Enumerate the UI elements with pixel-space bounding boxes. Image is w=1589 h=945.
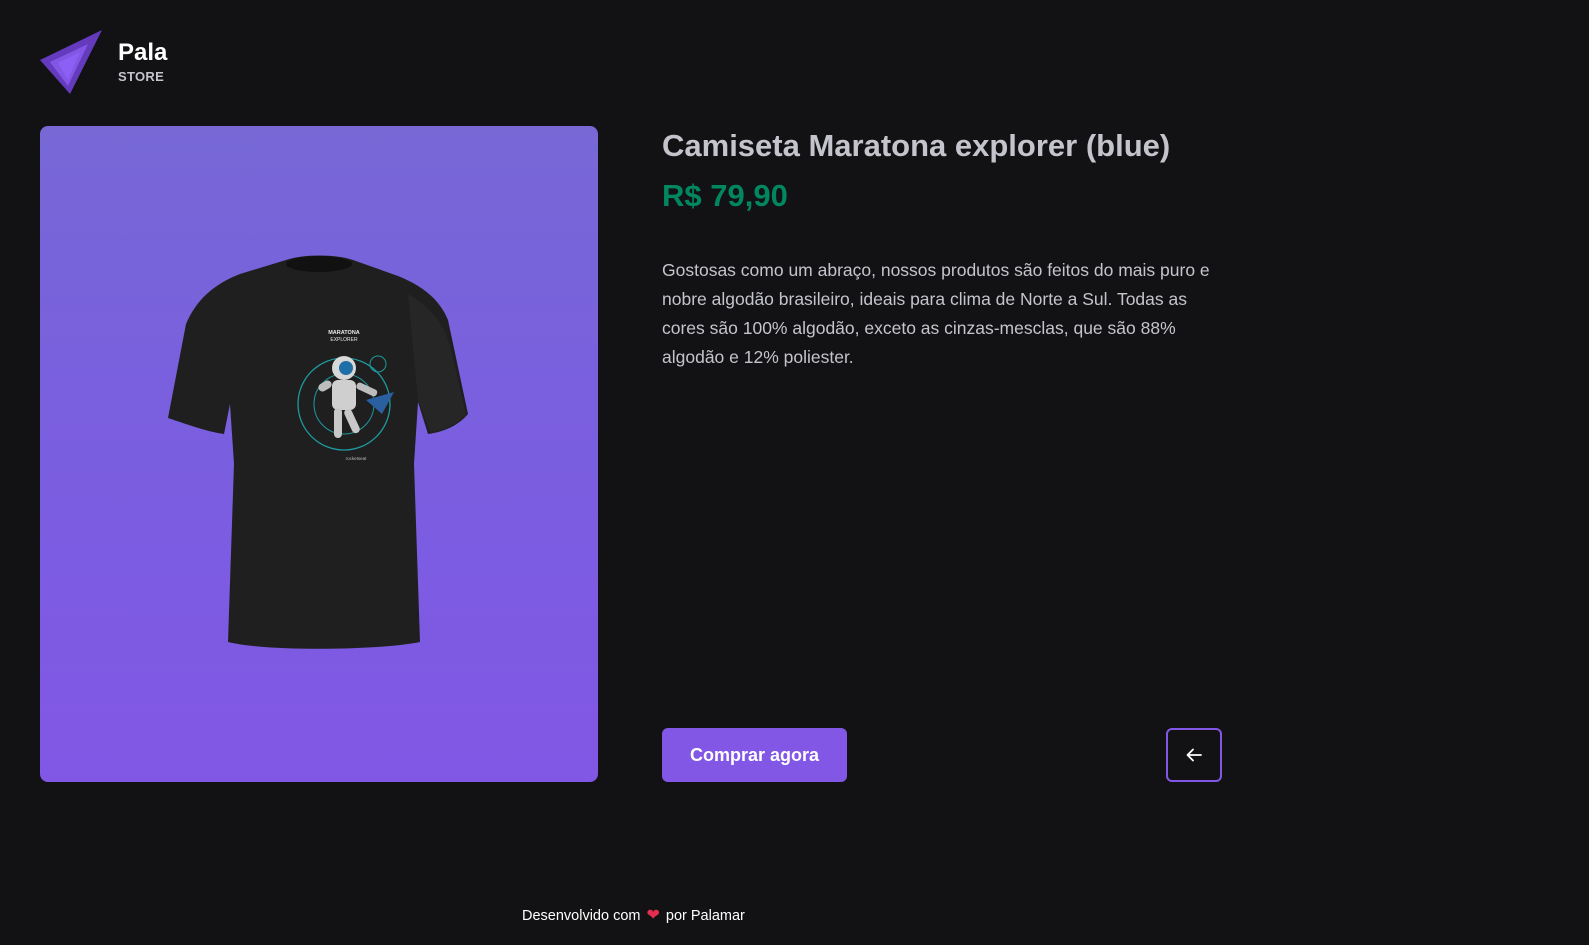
- arrow-left-icon: [1186, 748, 1202, 762]
- tshirt-image: MARATONA EXPLORER rocketseat: [168, 255, 468, 649]
- triangle-logo-icon: [40, 30, 102, 94]
- product-title: Camiseta Maratona explorer (blue): [662, 128, 1171, 163]
- brand-name: Pala: [118, 39, 168, 66]
- brand-subtitle: STORE: [118, 69, 165, 84]
- footer-suffix: por Palamar: [665, 908, 745, 924]
- store-logo[interactable]: Pala STORE: [40, 30, 167, 94]
- product-description: Gostosas como um abraço, nossos produtos…: [662, 260, 1210, 367]
- footer-prefix: Desenvolvido com: [522, 908, 641, 924]
- product-details: Camiseta Maratona explorer (blue) R$ 79,…: [662, 126, 1222, 372]
- tshirt-print-title: MARATONA: [328, 330, 360, 336]
- tshirt-print-subtitle: EXPLORER: [330, 337, 358, 343]
- back-button[interactable]: [1166, 728, 1222, 782]
- product-image-panel: MARATONA EXPLORER rocketseat: [40, 126, 598, 782]
- tshirt-print-brand: rocketseat: [346, 456, 368, 461]
- product-page: Pala STORE MARATONA EXPLORER rocketseat …: [0, 0, 1589, 945]
- product-price: R$ 79,90: [662, 178, 788, 214]
- heart-icon: ❤: [646, 907, 660, 924]
- buy-now-button[interactable]: Comprar agora: [662, 728, 847, 782]
- footer-credit: Desenvolvido com ❤ por Palamar: [522, 907, 745, 925]
